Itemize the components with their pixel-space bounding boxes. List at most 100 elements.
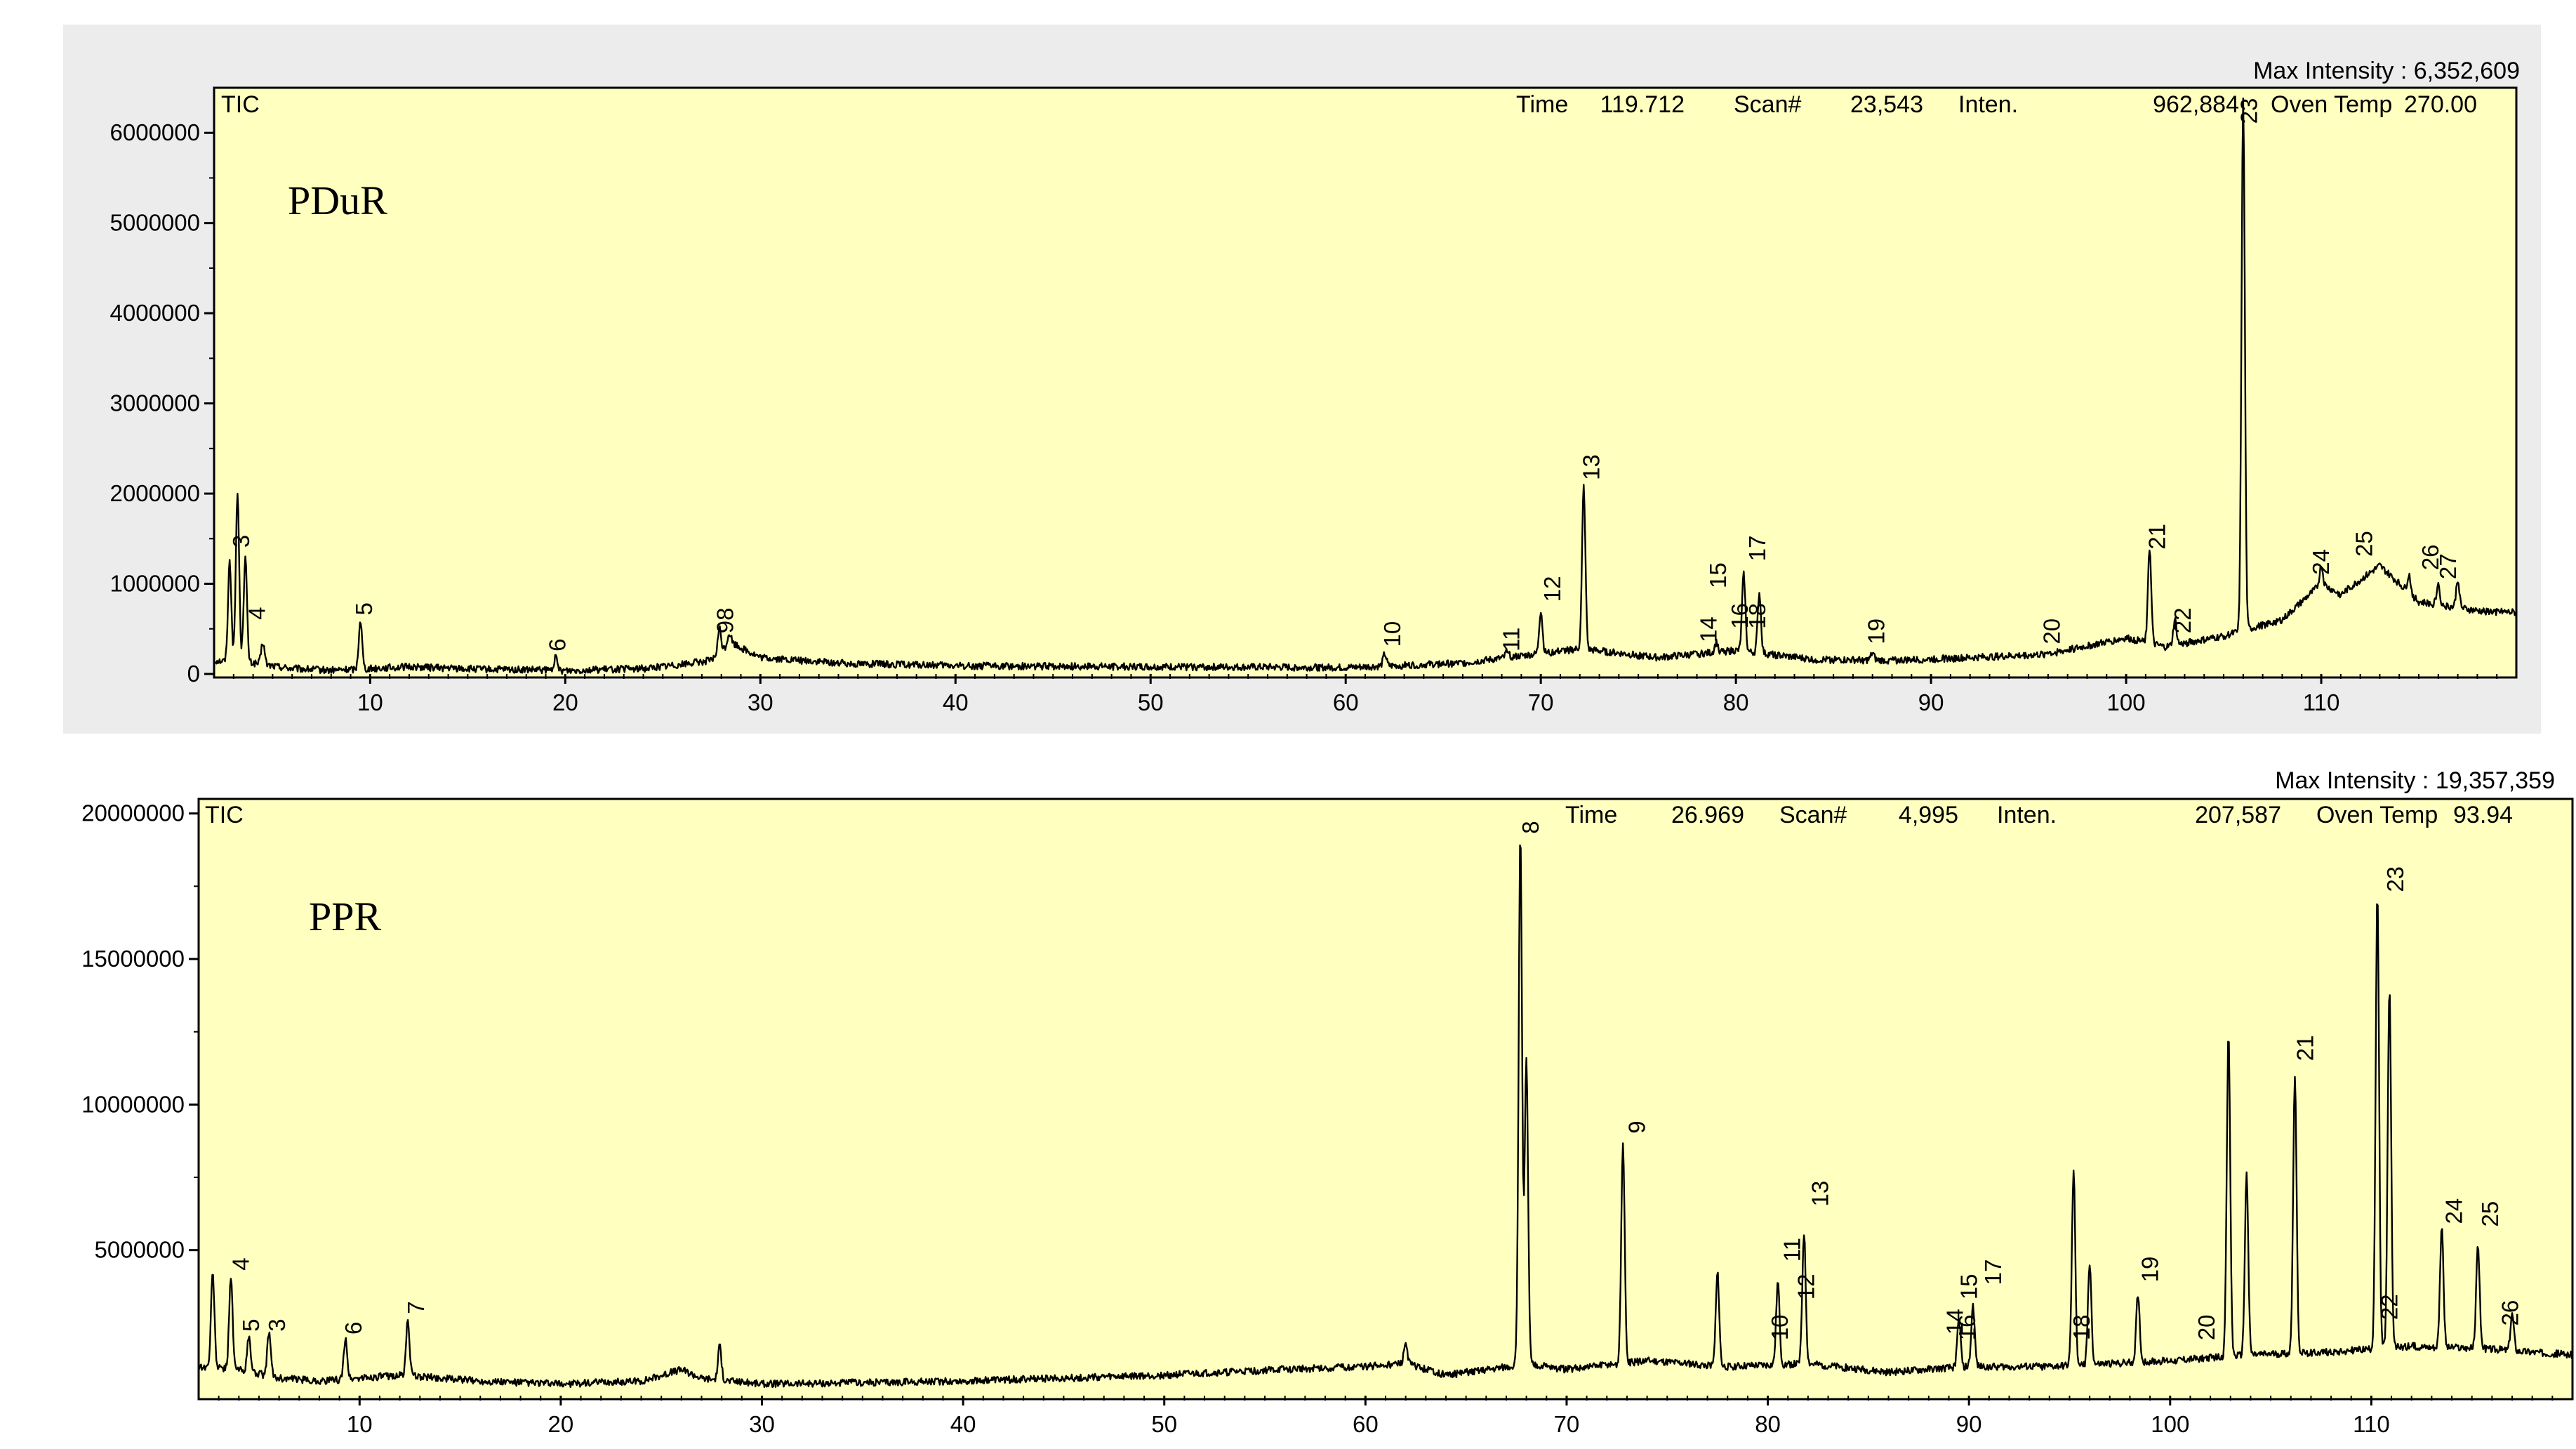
peak-label: 6 — [340, 1322, 366, 1335]
peak-label: 19 — [2137, 1257, 2163, 1283]
x-tick-label: 20 — [552, 689, 578, 715]
x-tick-label: 60 — [1333, 689, 1359, 715]
peak-label: 23 — [2382, 866, 2408, 892]
sample-label-ppr: PPR — [309, 894, 382, 939]
x-tick-label: 70 — [1528, 689, 1554, 715]
oven-label-pdur: Oven Temp — [2271, 91, 2392, 118]
x-tick-label: 100 — [2107, 689, 2146, 715]
peak-label: 19 — [1863, 618, 1889, 644]
time-value-ppr: 26.969 — [1671, 802, 1744, 828]
x-tick-label: 40 — [950, 1411, 976, 1437]
oven-value-pdur: 270.00 — [2404, 91, 2477, 118]
time-label-ppr: Time — [1565, 802, 1617, 828]
peak-label: 20 — [2039, 618, 2065, 644]
peak-label: 22 — [2170, 607, 2196, 633]
y-tick-label: 20000000 — [81, 800, 185, 826]
plot-area-pdur — [213, 86, 2518, 679]
y-tick-label: 5000000 — [95, 1237, 185, 1263]
y-tick-label: 4000000 — [110, 300, 200, 326]
x-tick-label: 50 — [1138, 689, 1164, 715]
inten-label-ppr: Inten. — [1997, 802, 2057, 828]
x-tick-label: 10 — [357, 689, 383, 715]
peak-label: 10 — [1379, 621, 1405, 647]
inten-value-pdur: 962,884 — [2153, 91, 2239, 118]
peak-label: 18 — [2069, 1314, 2094, 1340]
x-tick-label: 80 — [1723, 689, 1749, 715]
y-ticks-pdur: 0 1000000 2000000 3000000 4000000 5000000 6000… — [110, 119, 214, 687]
x-tick-label: 20 — [548, 1411, 574, 1437]
peak-label: 8 — [1518, 821, 1543, 833]
max-intensity-pdur: Max Intensity : 6,352,609 — [2253, 58, 2520, 84]
peak-label: 17 — [1980, 1259, 2006, 1285]
inten-value-ppr: 207,587 — [2195, 802, 2281, 828]
y-ticks-ppr: 5000000 10000000 15000000 20000000 — [81, 800, 199, 1263]
x-tick-label: 30 — [748, 689, 774, 715]
peak-label: 23 — [2236, 98, 2262, 124]
x-tick-label: 40 — [943, 689, 969, 715]
peak-label: 24 — [2441, 1198, 2467, 1224]
peak-label: 10 — [1767, 1314, 1793, 1340]
peak-label: 4 — [244, 607, 270, 620]
x-tick-label: 50 — [1151, 1411, 1177, 1437]
peak-label: 16 — [1954, 1315, 1980, 1341]
peak-label: 21 — [2292, 1036, 2318, 1061]
x-tick-label: 110 — [2353, 1411, 2390, 1437]
x-tick-label: 100 — [2151, 1411, 2189, 1437]
peak-label: 26 — [2497, 1300, 2523, 1326]
x-tick-label: 90 — [1918, 689, 1944, 715]
scan-label-ppr: Scan# — [1779, 802, 1847, 828]
chromatogram-ppr: Max Intensity : 19,357,359 TIC Time 26.9… — [81, 767, 2574, 1437]
peak-label: 12 — [1539, 576, 1565, 602]
peak-label: 20 — [2193, 1314, 2219, 1340]
peak-label: 12 — [1793, 1274, 1819, 1300]
y-tick-label: 2000000 — [110, 480, 200, 506]
scan-value-ppr: 4,995 — [1899, 802, 1958, 828]
y-tick-label: 3000000 — [110, 390, 200, 416]
peak-label: 17 — [1744, 536, 1770, 562]
y-tick-label: 0 — [187, 661, 200, 687]
peak-label: 25 — [2477, 1201, 2503, 1227]
x-tick-label: 60 — [1353, 1411, 1379, 1437]
chromatogram-pdur: Max Intensity : 6,352,609 TIC Time 119.7… — [110, 58, 2520, 715]
scan-value-pdur: 23,543 — [1850, 91, 1923, 118]
y-tick-label: 15000000 — [81, 946, 185, 972]
peak-label: 9 — [1624, 1120, 1650, 1133]
peak-label: 25 — [2351, 531, 2377, 557]
x-tick-label: 30 — [749, 1411, 775, 1437]
plot-area-ppr — [197, 798, 2574, 1401]
peak-label: 3 — [264, 1318, 290, 1331]
scan-label-pdur: Scan# — [1734, 91, 1801, 118]
x-tick-label: 110 — [2303, 689, 2340, 715]
peak-label: 21 — [2144, 524, 2170, 550]
x-ticks-ppr: 10 20 30 40 50 60 70 80 90 100 110 — [218, 1396, 2554, 1437]
peak-label: 14 — [1695, 616, 1721, 642]
peak-label: 18 — [1744, 603, 1770, 629]
y-tick-label: 5000000 — [110, 210, 200, 236]
peak-label: 98 — [712, 607, 738, 633]
x-tick-label: 10 — [347, 1411, 373, 1437]
peak-label: 13 — [1579, 454, 1605, 480]
y-tick-label: 6000000 — [110, 119, 200, 145]
time-value-pdur: 119.712 — [1600, 91, 1685, 118]
tic-label-ppr: TIC — [205, 802, 244, 828]
x-ticks-pdur: 10 20 30 40 50 60 70 80 90 100 110 — [232, 674, 2498, 715]
peak-label: 7 — [403, 1302, 429, 1314]
x-tick-label: 70 — [1554, 1411, 1580, 1437]
peak-label: 24 — [2308, 549, 2334, 575]
peak-label: 11 — [1779, 1238, 1805, 1262]
x-tick-label: 80 — [1755, 1411, 1781, 1437]
peak-label: 4 — [228, 1257, 254, 1270]
peak-label: 5 — [238, 1318, 264, 1331]
peak-label: 6 — [544, 639, 570, 651]
sample-label-pdur: PDuR — [288, 178, 387, 223]
tic-label-pdur: TIC — [221, 91, 260, 118]
peak-label: 27 — [2435, 553, 2461, 579]
inten-label-pdur: Inten. — [1958, 91, 2018, 118]
peak-label: 11 — [1499, 628, 1525, 651]
chromatogram-figure: Max Intensity : 6,352,609 TIC Time 119.7… — [81, 58, 2574, 1437]
y-tick-label: 1000000 — [110, 571, 200, 597]
peak-label: 13 — [1807, 1181, 1833, 1207]
peak-label: 22 — [2377, 1294, 2403, 1320]
peak-label: 15 — [1705, 562, 1731, 588]
y-tick-label: 10000000 — [81, 1091, 185, 1117]
